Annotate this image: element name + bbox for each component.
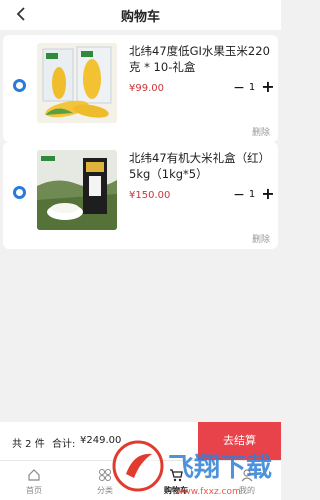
total-label: 合计: — [52, 439, 76, 450]
profile-icon — [240, 467, 254, 482]
page-title: 购物车 — [120, 10, 160, 25]
quantity-decrease-button[interactable]: − — [233, 187, 245, 203]
product-name[interactable]: 北纬47度低GI水果玉米220克 * 10-礼盒 — [129, 43, 279, 75]
quantity-decrease-button[interactable]: − — [233, 80, 245, 96]
total-value: ¥249.00 — [80, 435, 122, 446]
tab-profile[interactable]: 我的 — [219, 461, 275, 500]
delete-item-button[interactable]: 删除 — [252, 125, 270, 138]
cart-icon — [169, 467, 183, 482]
bottom-tab-bar: 首页 分类 购物车 我的 — [0, 460, 281, 500]
quantity-increase-button[interactable]: + — [261, 79, 275, 95]
quantity-value: 1 — [248, 189, 256, 200]
checkout-button[interactable]: 去结算 — [198, 422, 281, 460]
product-price: ¥99.00 — [129, 83, 164, 94]
checkout-summary-bar: 共 2 件 合计: ¥249.00 去结算 — [0, 422, 281, 460]
cart-item: 北纬47有机大米礼盒（红）5kg（1kg*5） ¥150.00 − 1 + 删除 — [3, 142, 278, 249]
product-name[interactable]: 北纬47有机大米礼盒（红）5kg（1kg*5） — [129, 150, 279, 182]
product-price: ¥150.00 — [129, 190, 171, 201]
tab-home[interactable]: 首页 — [6, 461, 62, 500]
tab-label: 购物车 — [164, 486, 188, 495]
quantity-value: 1 — [248, 82, 256, 93]
corn-gift-box-image[interactable] — [37, 43, 117, 123]
item-count: 共 2 件 — [12, 439, 45, 450]
tab-category[interactable]: 分类 — [77, 461, 133, 500]
tab-label: 首页 — [26, 486, 42, 495]
item-select-radio[interactable] — [13, 79, 26, 92]
tab-label: 分类 — [97, 486, 113, 495]
tab-cart[interactable]: 购物车 — [148, 461, 204, 500]
item-select-radio[interactable] — [13, 186, 26, 199]
home-icon — [27, 467, 41, 481]
delete-item-button[interactable]: 删除 — [252, 232, 270, 245]
rice-gift-box-image[interactable] — [37, 150, 117, 230]
cart-item: 北纬47度低GI水果玉米220克 * 10-礼盒 ¥99.00 − 1 + 删除 — [3, 35, 278, 142]
tab-label: 我的 — [239, 486, 255, 495]
quantity-increase-button[interactable]: + — [261, 186, 275, 202]
header-bar: 购物车 — [0, 0, 281, 30]
category-icon — [98, 467, 112, 481]
